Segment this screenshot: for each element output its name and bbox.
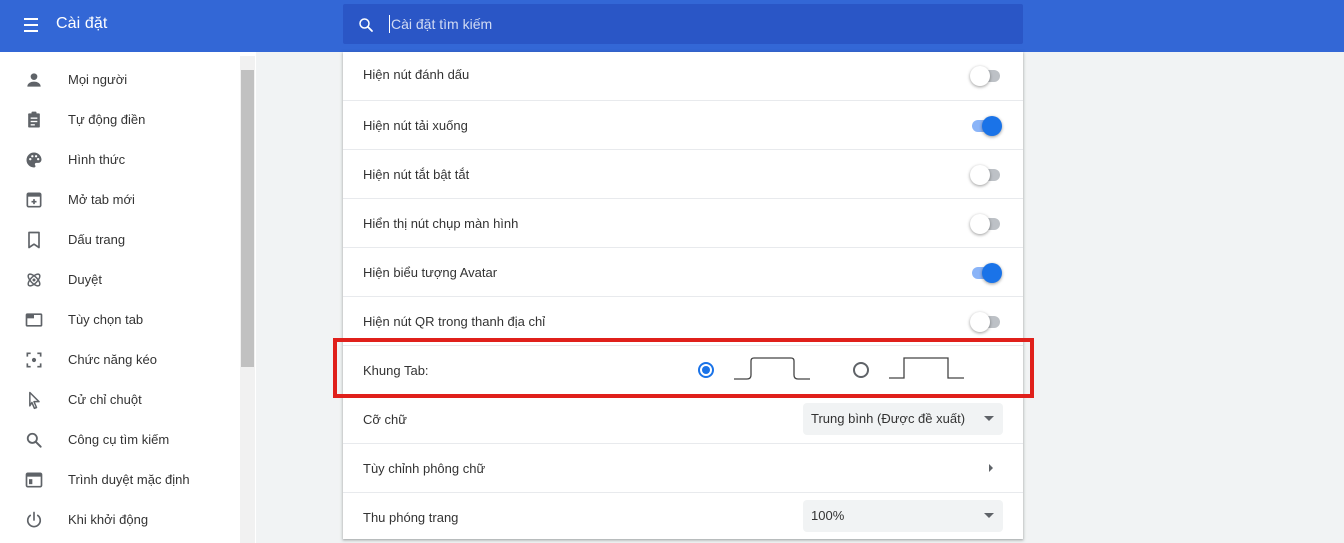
avatar-icon-toggle[interactable] [970,260,1004,284]
setting-row-download-button: Hiện nút tải xuống [343,100,1023,149]
setting-label: Hiện nút QR trong thanh địa chỉ [363,314,546,329]
sidebar-item-label: Duyệt [68,272,102,287]
appearance-settings-card: Hiện nút đánh dấu Hiện nút tải xuống Hiệ… [343,52,1023,539]
setting-row-font-size: Cỡ chữ Trung bình (Được đề xuất) [343,394,1023,443]
setting-row-page-zoom: Thu phóng trang 100% [343,492,1023,541]
chevron-down-icon [984,416,994,421]
setting-label: Thu phóng trang [363,510,459,525]
qr-button-toggle[interactable] [970,309,1004,333]
sidebar-item-mouse-gestures[interactable]: Cử chỉ chuột [0,380,238,420]
search-icon [26,432,42,448]
person-icon [27,73,41,87]
new-tab-icon [26,192,42,208]
sidebar-item-default-browser[interactable]: Trình duyệt mặc định [0,460,238,500]
setting-label: Hiện nút đánh dấu [363,67,470,82]
search-box[interactable] [343,4,1023,44]
top-bar: Cài đặt [0,0,1344,52]
select-value: Trung bình (Được đề xuất) [811,411,966,426]
setting-label: Hiện nút tải xuống [363,118,468,133]
setting-row-screenshot-button: Hiển thị nút chụp màn hình [343,198,1023,247]
sidebar-item-label: Chức năng kéo [68,352,157,367]
sidebar-item-label: Mọi người [68,72,128,87]
search-input[interactable] [389,4,989,44]
sidebar-item-label: Hình thức [68,152,126,167]
sidebar-item-label: Trình duyệt mặc định [68,472,190,487]
sidebar-item-tab-options[interactable]: Tùy chọn tab [0,300,238,340]
sidebar-item-people[interactable]: Mọi người [0,60,238,100]
setting-label: Hiện nút tắt bật tắt [363,167,470,182]
sidebar-item-label: Khi khởi động [68,512,149,527]
setting-label: Tùy chỉnh phông chữ [363,461,486,476]
power-icon [26,511,42,528]
sidebar-item-on-startup[interactable]: Khi khởi động [0,500,238,540]
sidebar-item-label: Công cụ tìm kiếm [68,432,170,447]
screenshot-button-toggle[interactable] [970,211,1004,235]
chevron-right-icon[interactable] [989,464,993,472]
sidebar-item-autofill[interactable]: Tự động điền [0,100,238,140]
setting-label: Cỡ chữ [363,412,407,427]
chevron-down-icon [984,513,994,518]
sidebar-item-new-tab[interactable]: Mở tab mới [0,180,238,220]
sidebar: Mọi người Tự động điền Hình thức Mở tab … [0,52,256,543]
select-value: 100% [811,508,845,523]
bookmark-icon [28,231,40,249]
page-title: Cài đặt [56,15,108,32]
setting-label: Hiển thị nút chụp màn hình [363,216,519,231]
drag-icon [26,352,42,368]
sidebar-item-search-engine[interactable]: Công cụ tìm kiếm [0,420,238,460]
browser-icon [25,472,43,488]
sidebar-item-label: Cử chỉ chuột [68,392,142,407]
setting-row-toggle-button: Hiện nút tắt bật tắt [343,149,1023,198]
setting-label: Hiện biểu tượng Avatar [363,265,498,280]
atom-icon [27,273,41,287]
sidebar-item-appearance[interactable]: Hình thức [0,140,238,180]
bookmark-button-toggle[interactable] [970,63,1004,87]
highlight-box [333,338,1034,398]
setting-row-bookmark-button: Hiện nút đánh dấu [343,52,1023,101]
scrollbar-thumb[interactable] [241,70,254,367]
sidebar-item-label: Tùy chọn tab [68,312,144,327]
setting-row-customize-fonts[interactable]: Tùy chỉnh phông chữ [343,443,1023,492]
page-zoom-select[interactable]: 100% [803,500,1003,532]
sidebar-item-drag[interactable]: Chức năng kéo [0,340,238,380]
setting-row-avatar-icon: Hiện biểu tượng Avatar [343,247,1023,296]
clipboard-icon [28,111,40,128]
cursor-icon [29,391,40,410]
menu-icon[interactable] [20,14,46,36]
search-icon [359,18,373,32]
sidebar-item-label: Tự động điền [68,112,146,127]
tab-icon [25,313,43,327]
download-button-toggle[interactable] [970,113,1004,137]
palette-icon [26,152,42,168]
sidebar-item-browse[interactable]: Duyệt [0,260,238,300]
toggle-button-toggle[interactable] [970,162,1004,186]
sidebar-item-label: Mở tab mới [68,192,135,207]
font-size-select[interactable]: Trung bình (Được đề xuất) [803,403,1003,435]
sidebar-item-bookmarks[interactable]: Dấu trang [0,220,238,260]
sidebar-item-label: Dấu trang [68,232,126,247]
